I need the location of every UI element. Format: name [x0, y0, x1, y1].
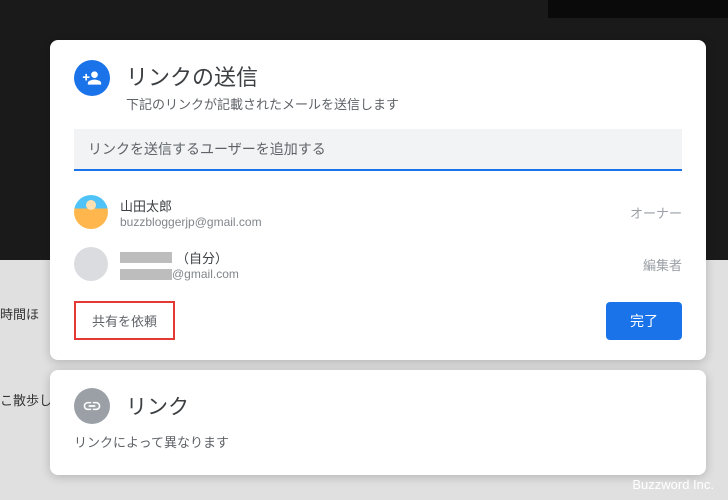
- link-description: リンクによって異なります: [74, 432, 682, 451]
- user-email: buzzbloggerjp@gmail.com: [120, 215, 618, 229]
- done-button[interactable]: 完了: [606, 302, 682, 340]
- user-email: @gmail.com: [120, 267, 631, 281]
- user-role: 編集者: [643, 255, 682, 274]
- bg-text-1: 時間ほ: [0, 304, 39, 323]
- avatar: [74, 195, 108, 229]
- link-icon: [74, 388, 110, 424]
- link-title: リンク: [126, 391, 189, 421]
- share-request-button[interactable]: 共有を依頼: [74, 301, 175, 340]
- person-add-icon: [74, 60, 110, 96]
- bg-text-2: こ散歩し: [0, 390, 52, 409]
- link-dialog: リンク リンクによって異なります: [50, 370, 706, 475]
- dialog-title: リンクの送信: [126, 60, 399, 92]
- redacted-name: [120, 252, 172, 263]
- user-role: オーナー: [630, 203, 682, 222]
- user-name: （自分）: [120, 248, 631, 267]
- add-user-input[interactable]: [74, 129, 682, 171]
- user-row: 山田太郎 buzzbloggerjp@gmail.com オーナー: [74, 189, 682, 235]
- dialog-subtitle: 下記のリンクが記載されたメールを送信します: [126, 94, 399, 113]
- avatar: [74, 247, 108, 281]
- watermark: Buzzword Inc.: [632, 477, 714, 492]
- send-link-dialog: リンクの送信 下記のリンクが記載されたメールを送信します 山田太郎 buzzbl…: [50, 40, 706, 360]
- redacted-email: [120, 269, 172, 280]
- user-name: 山田太郎: [120, 196, 618, 215]
- user-row: （自分） @gmail.com 編集者: [74, 241, 682, 287]
